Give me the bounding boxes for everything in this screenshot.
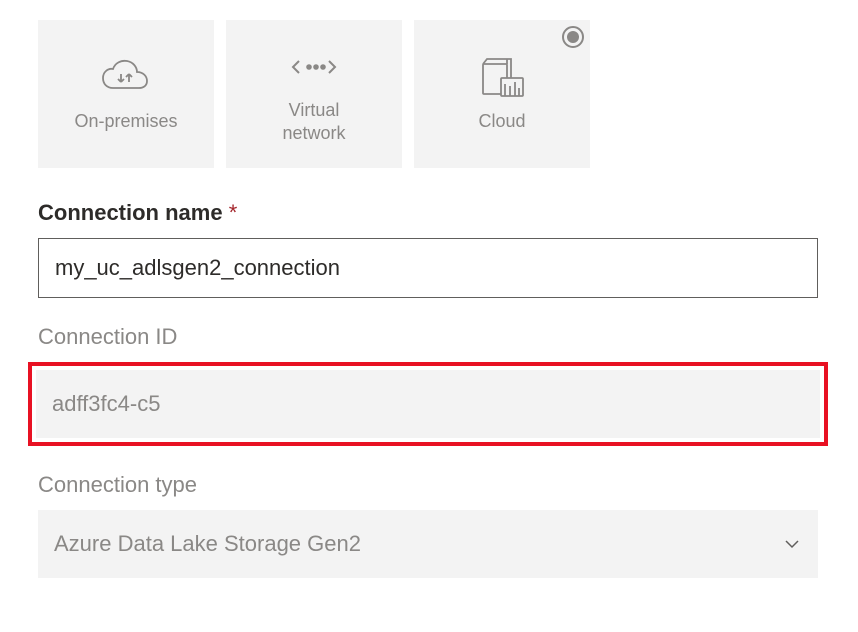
connection-id-field-group: Connection ID adff3fc4-c5 [38,324,820,446]
connection-type-value: Azure Data Lake Storage Gen2 [54,531,361,557]
required-mark: * [229,200,238,225]
cloud-sync-icon [99,54,153,102]
tile-on-premises[interactable]: On-premises [38,20,214,168]
chevron-down-icon [782,534,802,554]
tile-cloud[interactable]: Cloud [414,20,590,168]
connection-type-label: Connection type [38,472,820,498]
connection-name-input[interactable] [38,238,818,298]
connection-name-field-group: Connection name * [38,200,820,298]
tile-label: On-premises [74,110,177,133]
tile-label: Virtual network [282,99,345,146]
connection-id-value: adff3fc4-c5 [36,370,820,438]
connection-type-field-group: Connection type Azure Data Lake Storage … [38,472,820,578]
network-icon [289,43,339,91]
connection-location-tiles: On-premises Virtual network [38,20,820,168]
connection-name-label: Connection name * [38,200,820,226]
connection-type-select[interactable]: Azure Data Lake Storage Gen2 [38,510,818,578]
label-text: Connection name [38,200,223,225]
tile-label: Cloud [478,110,525,133]
tile-virtual-network[interactable]: Virtual network [226,20,402,168]
connection-id-label: Connection ID [38,324,820,350]
cloud-server-icon [477,54,527,102]
connection-id-highlight: adff3fc4-c5 [28,362,828,446]
radio-selected-icon [562,26,584,48]
